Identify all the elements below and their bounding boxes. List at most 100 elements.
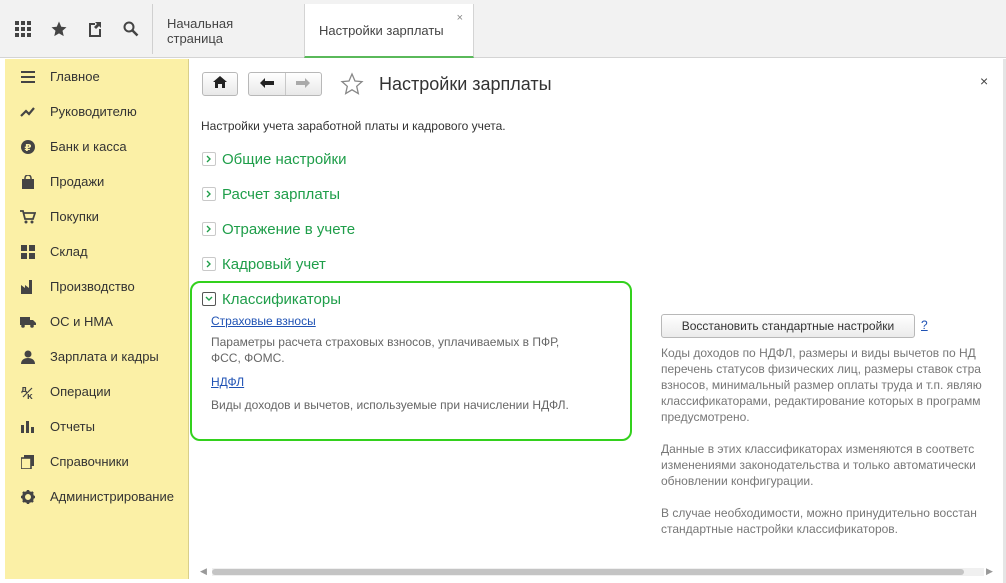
main-content: Настройки зарплаты × Настройки учета зар… xyxy=(190,59,1006,583)
apps-grid-icon[interactable] xyxy=(8,14,38,44)
home-icon xyxy=(213,75,227,93)
operations-icon: ДК xyxy=(19,383,37,401)
sidebar-item-reports[interactable]: Отчеты xyxy=(5,409,189,444)
trend-icon xyxy=(19,103,37,121)
sidebar-item-label: Справочники xyxy=(50,454,129,469)
sidebar-item-directories[interactable]: Справочники xyxy=(5,444,189,479)
chevron-right-icon xyxy=(202,152,216,166)
arrow-right-icon xyxy=(296,75,311,93)
search-icon[interactable] xyxy=(116,14,146,44)
sidebar-item-label: Продажи xyxy=(50,174,105,189)
section-label: Расчет зарплаты xyxy=(222,185,340,203)
sidebar-item-label: Банк и касса xyxy=(50,139,127,154)
arrow-left-icon xyxy=(259,75,274,93)
sidebar-item-label: Администрирование xyxy=(50,489,174,504)
sidebar-item-label: ОС и НМА xyxy=(50,314,113,329)
help-link[interactable]: ? xyxy=(921,318,928,332)
sidebar-item-label: Операции xyxy=(50,384,111,399)
svg-text:₽: ₽ xyxy=(25,143,32,154)
chevron-right-icon xyxy=(202,222,216,236)
sidebar-item-manager[interactable]: Руководителю xyxy=(5,94,189,129)
sidebar-item-label: Склад xyxy=(50,244,88,259)
insurance-contributions-link[interactable]: Страховые взносы xyxy=(211,314,316,328)
history-icon[interactable] xyxy=(80,14,110,44)
ndfl-link[interactable]: НДФЛ xyxy=(211,375,244,389)
section-label: Кадровый учет xyxy=(222,255,326,273)
info-text-line: изменениями законодательства и только ав… xyxy=(661,458,976,472)
warehouse-icon xyxy=(19,243,37,261)
sidebar-item-main[interactable]: Главное xyxy=(5,59,189,94)
section-accounting[interactable]: Отражение в учете xyxy=(202,218,355,240)
restore-defaults-button[interactable]: Восстановить стандартные настройки xyxy=(661,314,915,338)
truck-icon xyxy=(19,313,37,331)
tab-home-label: Начальная страница xyxy=(167,16,234,46)
sidebar: Главное Руководителю ₽ Банк и касса Прод… xyxy=(5,59,189,579)
horizontal-scrollbar[interactable]: ◀ ▶ xyxy=(200,566,996,577)
info-text-line: В случае необходимости, можно принудител… xyxy=(661,506,977,520)
sidebar-item-bank[interactable]: ₽ Банк и касса xyxy=(5,129,189,164)
sidebar-item-assets[interactable]: ОС и НМА xyxy=(5,304,189,339)
svg-text:К: К xyxy=(27,393,33,399)
section-payroll[interactable]: Расчет зарплаты xyxy=(202,183,340,205)
forward-button[interactable] xyxy=(284,73,321,95)
info-text-line: обновлении конфигурации. xyxy=(661,474,814,488)
favorite-star-icon[interactable] xyxy=(340,72,364,96)
insurance-description-line-2: ФСС, ФОМС. xyxy=(211,351,285,365)
section-label: Отражение в учете xyxy=(222,220,356,238)
tab-salary-settings[interactable]: Настройки зарплаты × xyxy=(304,4,474,58)
tab-close-icon[interactable]: × xyxy=(457,12,463,24)
section-classifiers[interactable]: Классификаторы xyxy=(202,288,341,310)
sidebar-item-production[interactable]: Производство xyxy=(5,269,189,304)
sidebar-item-warehouse[interactable]: Склад xyxy=(5,234,189,269)
sidebar-item-label: Производство xyxy=(50,279,135,294)
star-icon[interactable] xyxy=(44,14,74,44)
section-label: Общие настройки xyxy=(222,150,347,168)
sidebar-item-salary[interactable]: Зарплата и кадры xyxy=(5,339,189,374)
top-bar: Начальная страница Настройки зарплаты × xyxy=(0,0,1006,58)
info-text-line: перечень статусов физических лиц, размер… xyxy=(661,362,981,376)
chevron-right-icon xyxy=(202,257,216,271)
ndfl-description: Виды доходов и вычетов, используемые при… xyxy=(211,398,569,412)
sidebar-item-operations[interactable]: ДК Операции xyxy=(5,374,189,409)
sidebar-item-label: Руководителю xyxy=(50,104,137,119)
chevron-down-icon xyxy=(202,292,216,306)
home-button[interactable] xyxy=(202,72,238,96)
info-text-line: предусмотрено. xyxy=(661,410,750,424)
section-label: Классификаторы xyxy=(222,290,342,308)
sidebar-item-sales[interactable]: Продажи xyxy=(5,164,189,199)
insurance-description-line-1: Параметры расчета страховых взносов, упл… xyxy=(211,335,560,349)
info-text-line: классификаторами, редактирование которых… xyxy=(661,394,981,408)
factory-icon xyxy=(19,278,37,296)
page-subtitle: Настройки учета заработной платы и кадро… xyxy=(201,119,506,133)
info-text-line: взносов, минимальный размер оплаты труда… xyxy=(661,378,982,392)
history-nav xyxy=(248,72,322,96)
sidebar-item-admin[interactable]: Администрирование xyxy=(5,479,189,514)
close-icon[interactable]: × xyxy=(980,73,988,89)
page-title: Настройки зарплаты xyxy=(379,74,552,94)
chevron-right-icon xyxy=(202,187,216,201)
gear-icon xyxy=(19,488,37,506)
bar-chart-icon xyxy=(19,418,37,436)
info-text-line: стандартные настройки классификаторов. xyxy=(661,522,898,536)
section-general-settings[interactable]: Общие настройки xyxy=(202,148,347,170)
cart-icon xyxy=(19,208,37,226)
tab-salary-settings-label: Настройки зарплаты xyxy=(319,22,444,38)
bag-icon xyxy=(19,173,37,191)
info-text-line: Данные в этих классификаторах изменяются… xyxy=(661,442,975,456)
sidebar-item-label: Зарплата и кадры xyxy=(50,349,159,364)
book-icon xyxy=(19,453,37,471)
back-button[interactable] xyxy=(249,73,285,95)
scroll-left-icon[interactable]: ◀ xyxy=(200,566,207,577)
info-text-line: Коды доходов по НДФЛ, размеры и виды выч… xyxy=(661,346,976,360)
section-hr[interactable]: Кадровый учет xyxy=(202,253,326,275)
sidebar-item-purchases[interactable]: Покупки xyxy=(5,199,189,234)
person-icon xyxy=(19,348,37,366)
sidebar-item-label: Покупки xyxy=(50,209,99,224)
scroll-thumb[interactable] xyxy=(212,569,964,575)
sidebar-item-label: Главное xyxy=(50,69,100,84)
scroll-right-icon[interactable]: ▶ xyxy=(986,566,993,577)
tab-home[interactable]: Начальная страница xyxy=(153,4,303,58)
sidebar-item-label: Отчеты xyxy=(50,419,95,434)
menu-icon xyxy=(19,68,37,86)
ruble-icon: ₽ xyxy=(19,138,37,156)
